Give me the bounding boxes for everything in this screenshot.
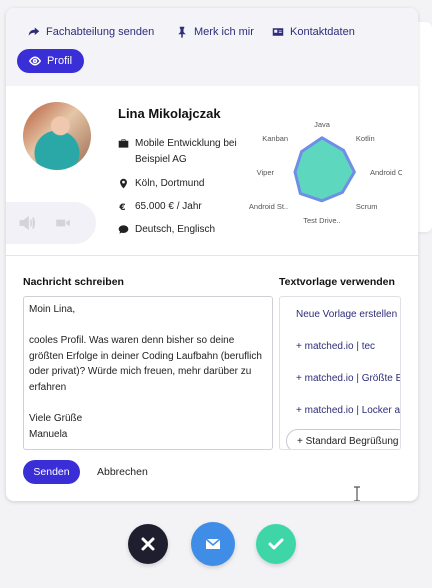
avatar [23,102,91,170]
close-icon [141,537,155,551]
contact-card-icon [272,28,284,36]
skills-radar-area [293,136,356,203]
job-info: Mobile Entwicklung bei Beispiel AG [118,136,237,168]
job-line-2: Beispiel AG [135,154,187,165]
radar-label: Scrum [356,202,378,211]
languages-text: Deutsch, Englisch [135,224,216,235]
share-arrow-icon [28,27,40,36]
text-cursor-icon [354,486,360,501]
salary-text: 65.000 € / Jahr [135,201,202,212]
radar-label: Viper [257,168,275,177]
euro-icon: € [118,203,125,212]
radar-label: Android OS [370,168,402,177]
location-info: Köln, Dortmund [118,176,204,192]
mail-icon [205,538,221,549]
pin-icon [178,26,186,38]
candidate-name: Lina Mikolajczak [118,106,221,121]
template-list: Neue Vorlage erstellen + matched.io | te… [279,296,401,450]
radar-label: Test Drive.. [303,216,341,225]
job-line-1: Mobile Entwicklung bei [135,138,237,149]
remember-label: Merk ich mir [194,26,254,38]
remember-button[interactable]: Merk ich mir [176,26,254,38]
cancel-button[interactable]: Abbrechen [97,466,148,478]
message-textarea[interactable]: Moin Lina, cooles Profil. Was waren denn… [23,296,273,450]
send-button[interactable]: Senden [23,460,80,484]
template-section-title: Textvorlage verwenden [279,276,395,288]
forward-to-department-label: Fachabteilung senden [46,26,155,38]
template-item-groesste[interactable]: + matched.io | Größte E [296,373,400,384]
briefcase-icon [118,139,129,148]
candidate-card: Fachabteilung senden Merk ich mir Kontak… [6,8,418,501]
card-toolbar: Fachabteilung senden Merk ich mir Kontak… [6,8,418,86]
location-pin-icon [120,178,127,189]
speaker-icon[interactable] [18,214,36,232]
checkmark-icon [268,538,284,550]
message-section-title: Nachricht schreiben [23,276,124,288]
reject-button[interactable] [128,524,168,564]
radar-label: Android St.. [249,202,288,211]
contact-data-button[interactable]: Kontaktdaten [272,26,355,38]
skills-radar-chart: Java Kotlin Android OS Scrum Test Drive.. And… [249,120,402,225]
template-item-locker[interactable]: + matched.io | Locker a [296,405,400,416]
media-controls [6,202,96,244]
languages-info: Deutsch, Englisch [118,222,215,238]
template-item-tec[interactable]: + matched.io | tec [296,341,375,352]
section-divider [6,255,418,256]
accept-button[interactable] [256,524,296,564]
salary-info: € 65.000 € / Jahr [118,199,202,215]
radar-label: Kanban [262,134,288,143]
radar-label: Kotlin [356,134,375,143]
card-stack-edge [418,22,432,232]
radar-label: Java [314,120,331,129]
speech-bubble-icon [118,225,129,234]
camera-icon[interactable] [54,214,72,232]
svg-text:€: € [118,203,125,212]
profile-button-label: Profil [46,55,73,67]
contact-data-label: Kontaktdaten [290,26,355,38]
profile-button[interactable]: Profil [17,49,84,73]
template-standard-button[interactable]: + Standard Begrüßung [286,429,400,449]
forward-to-department-button[interactable]: Fachabteilung senden [28,26,154,38]
message-button[interactable] [191,522,235,566]
location-text: Köln, Dortmund [135,178,205,189]
template-item-new[interactable]: Neue Vorlage erstellen [296,309,397,320]
eye-icon [28,56,41,66]
